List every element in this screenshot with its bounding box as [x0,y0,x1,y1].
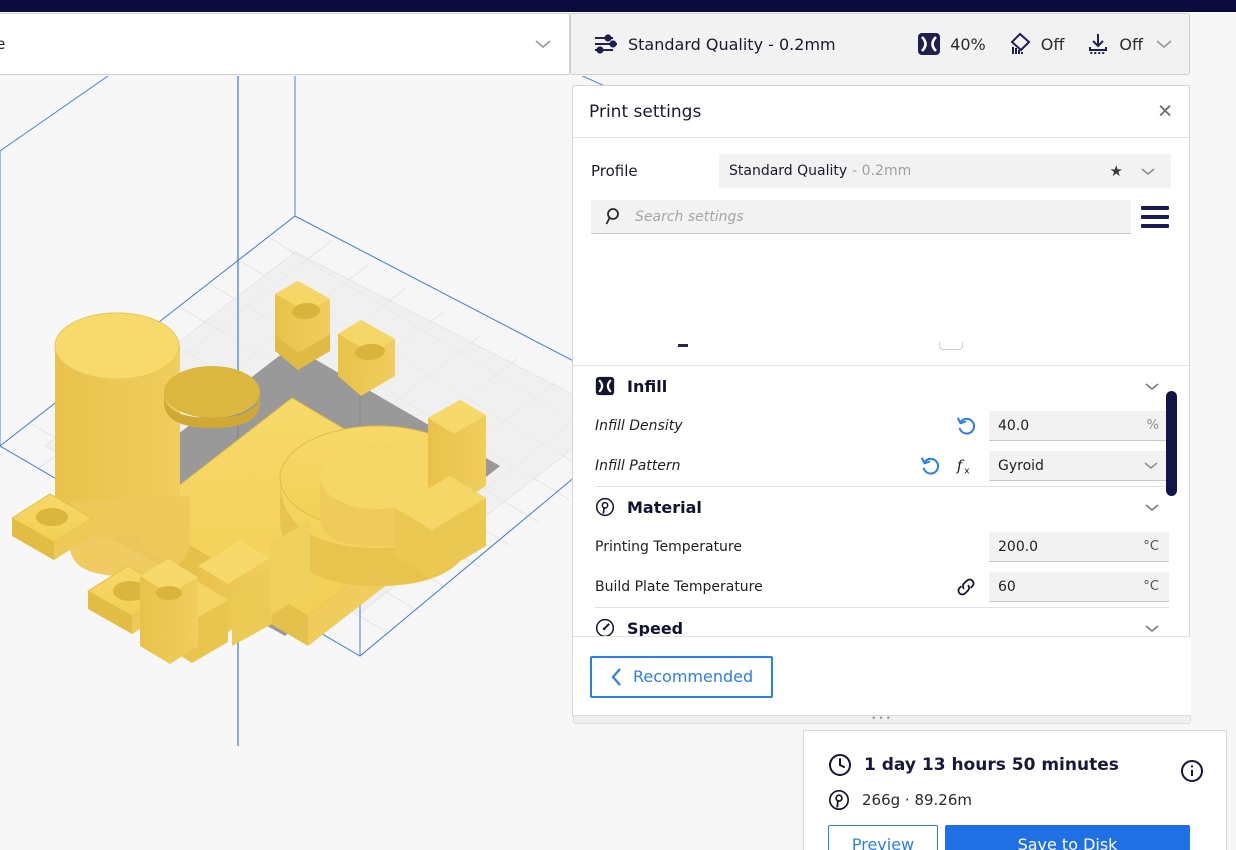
material-usage-row: 266g · 89.26m [828,789,1202,811]
setting-value: Gyroid [998,457,1044,474]
print-settings-panel: Print settings ✕ Profile Standard Qualit… [572,85,1191,724]
profile-value-name: Standard Quality [729,163,848,179]
profile-value-sub: - 0.2mm [852,163,912,179]
revert-icon[interactable] [955,415,977,437]
print-time-row: 1 day 13 hours 50 minutes [828,753,1202,777]
job-action-buttons: Preview Save to Disk [828,825,1202,850]
chevron-down-icon[interactable] [1153,38,1175,50]
formula-fx-icon[interactable]: f x [955,455,977,477]
chevron-down-icon [533,38,553,50]
setting-label: Infill Pattern [595,458,681,474]
support-quick-value: Off [1040,34,1065,54]
infill-quick-setting[interactable]: 40% [917,32,986,56]
material-usage-estimate: 266g · 89.26m [862,791,973,809]
link-icon[interactable] [955,576,977,598]
setting-label: Printing Temperature [595,539,742,555]
chevron-down-icon[interactable] [1143,502,1161,513]
machine-selector[interactable]: le [0,13,570,75]
chevron-left-icon [610,667,623,687]
profile-row: Profile Standard Quality - 0.2mm ★ [573,138,1189,188]
print-setup-profile-label: Standard Quality - 0.2mm [628,34,836,54]
setting-row-infill-pattern[interactable]: Infill Pattern f x Gyroid [573,446,1191,486]
adhesion-quick-value: Off [1119,34,1143,54]
adhesion-quick-setting[interactable]: Off [1086,32,1143,56]
page-title: Print settings [589,101,702,122]
setting-label: Infill Density [595,418,683,434]
preview-button[interactable]: Preview [828,825,938,850]
category-label: Infill [627,376,668,396]
recommended-label: Recommended [633,667,754,686]
grip-dots: ••• [871,714,893,724]
speed-category-icon [595,618,615,638]
info-icon[interactable] [1180,759,1204,783]
material-spool-icon [828,789,850,811]
setting-value: 40.0 [998,417,1030,434]
material-category-icon [595,497,615,517]
setting-label: Build Plate Temperature [595,579,763,595]
machine-selector-label: le [0,35,6,53]
search-input[interactable] [635,208,1131,225]
search-row [573,188,1189,234]
chevron-down-icon[interactable] [1143,623,1161,634]
print-settings-header: Print settings ✕ [573,86,1189,138]
clipped-setting-row [573,332,1191,366]
settings-scrollbar[interactable] [1166,391,1177,496]
setting-row-build-plate-temperature[interactable]: Build Plate Temperature 60 °C [573,567,1191,607]
setting-value: 200.0 [998,538,1039,555]
print-time-estimate: 1 day 13 hours 50 minutes [864,755,1119,775]
adhesion-icon [1086,32,1110,56]
setting-value-field[interactable]: 200.0 °C [989,532,1169,562]
print-setup-sliders-icon [593,32,619,56]
panel-resize-grip[interactable]: ••• [573,715,1191,724]
category-label: Material [627,497,702,517]
print-setup-profile-button[interactable]: Standard Quality - 0.2mm [593,32,836,56]
setting-unit: °C [1143,579,1159,594]
print-setup-selector-bar[interactable]: Standard Quality - 0.2mm 40% Off Off [570,13,1190,75]
infill-category-icon [595,376,615,396]
clipped-row-marker [678,344,688,347]
support-quick-setting[interactable]: Off [1008,32,1065,56]
setting-value-dropdown[interactable]: Gyroid [989,451,1169,481]
settings-category-material[interactable]: Material [573,487,1191,527]
window-title-bar [0,0,1236,12]
infill-quick-value: 40% [950,34,986,54]
star-icon[interactable]: ★ [1110,162,1123,180]
setting-value: 60 [998,578,1016,595]
close-icon[interactable]: ✕ [1157,102,1173,121]
search-icon [605,207,625,227]
settings-category-infill[interactable]: Infill [573,366,1191,406]
print-job-panel: 1 day 13 hours 50 minutes 266g · 89.26m … [803,730,1227,850]
profile-dropdown[interactable]: Standard Quality - 0.2mm ★ [719,154,1171,188]
chevron-down-icon [1143,461,1159,471]
setting-row-infill-density[interactable]: Infill Density 40.0 % [573,406,1191,446]
profile-label: Profile [591,162,638,180]
clock-icon [828,753,852,777]
infill-icon [917,32,941,56]
hamburger-menu-icon[interactable] [1141,206,1171,228]
setting-value-field[interactable]: 40.0 % [989,411,1169,441]
setting-unit: °C [1143,539,1159,554]
chevron-down-icon [1139,166,1157,177]
revert-icon[interactable] [919,455,941,477]
print-settings-footer: Recommended ••• [573,636,1191,724]
recommended-button[interactable]: Recommended [590,655,774,698]
clipped-row-field [939,342,963,350]
category-label: Speed [627,618,684,638]
setting-value-field[interactable]: 60 °C [989,572,1169,602]
setting-row-printing-temperature[interactable]: Printing Temperature 200.0 °C [573,527,1191,567]
svg-text:x: x [964,465,970,476]
setting-unit: % [1146,418,1159,433]
chevron-down-icon[interactable] [1143,381,1161,392]
search-settings-box[interactable] [591,200,1131,234]
save-to-disk-button[interactable]: Save to Disk [945,825,1190,850]
support-icon [1008,32,1032,56]
